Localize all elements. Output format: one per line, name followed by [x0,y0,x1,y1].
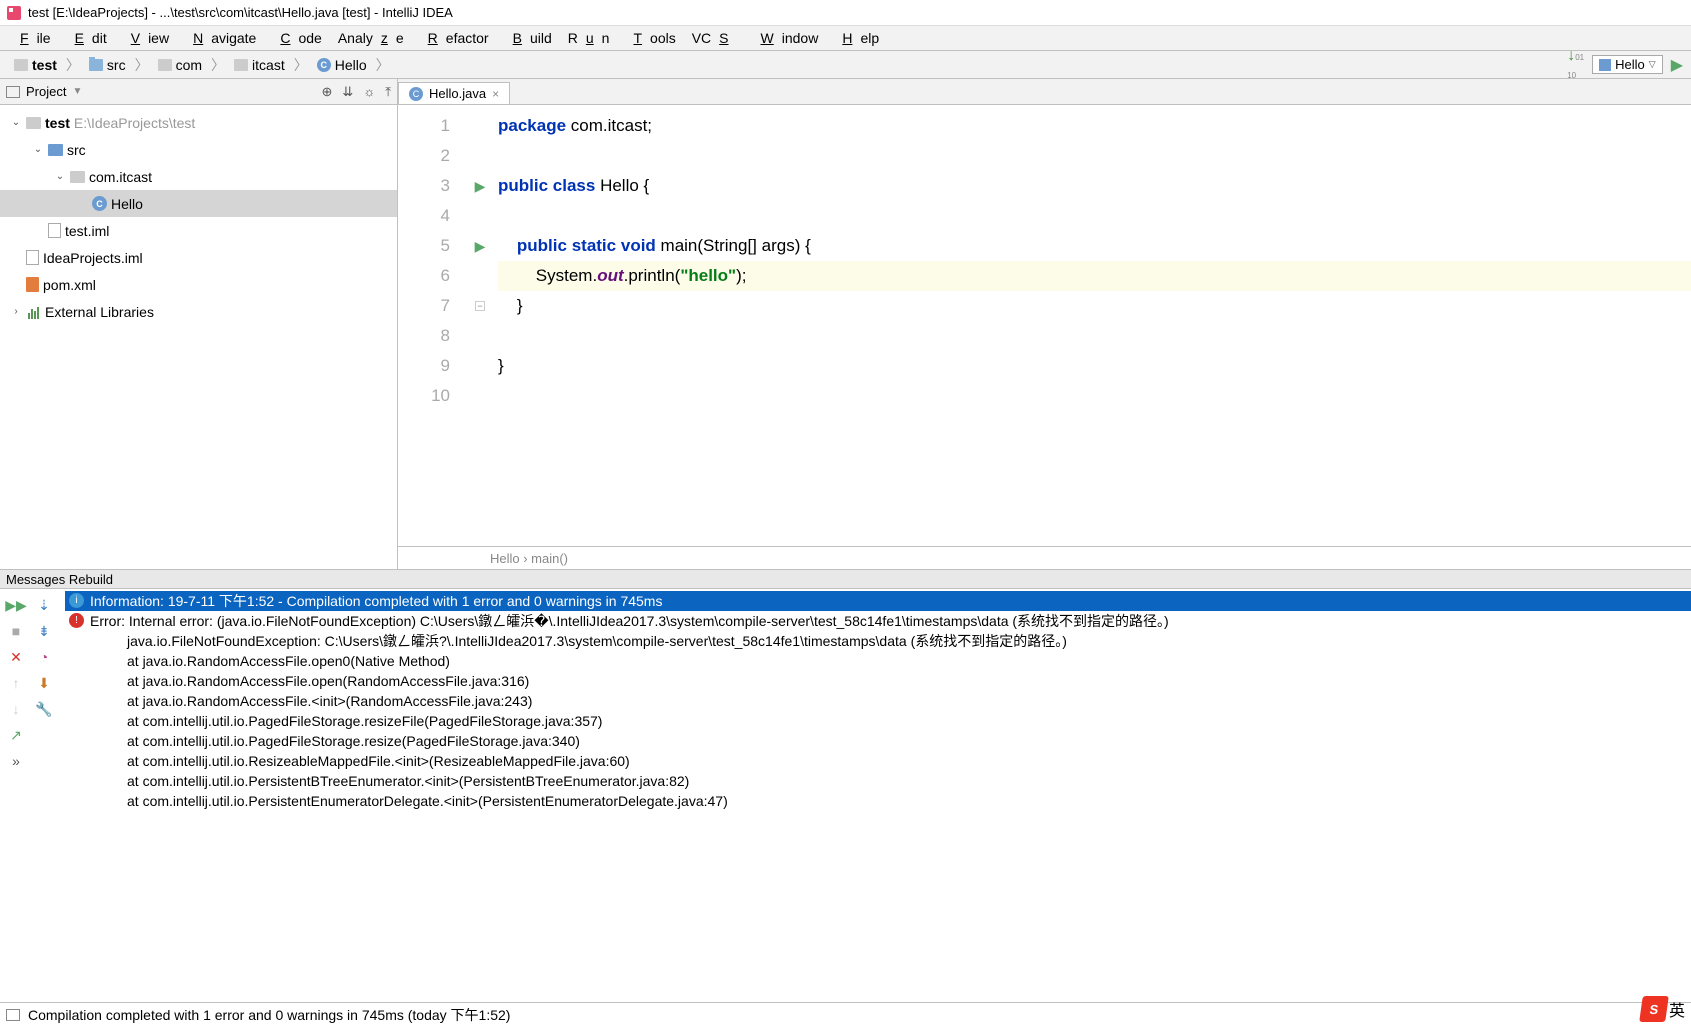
tree-node-com-itcast[interactable]: ⌄ com.itcast [0,163,397,190]
gutter-icons: ▶ ▶ − [468,105,492,546]
messages-header[interactable]: Messages Rebuild [0,569,1691,589]
gear-icon[interactable]: ☼ [363,84,375,99]
run-class-icon[interactable]: ▶ [475,171,486,201]
java-class-icon: C [409,87,423,101]
run-config-icon [1599,59,1611,71]
tree-node-src[interactable]: ⌄ src [0,136,397,163]
editor-breadcrumb[interactable]: Hello › main() [398,546,1691,569]
code-area[interactable]: 12345678910 ▶ ▶ − package com.itcast; pu… [398,105,1691,546]
ime-icon: S [1639,996,1669,1022]
down-icon[interactable]: ↓ [4,697,28,721]
messages-toolbar: ▶▶⇣ ■⇟ ✕◔ ↑⬇ ↓🔧 ↗ » [0,589,65,814]
window-title: test [E:\IdeaProjects] - ...\test\src\co… [28,5,453,20]
tree-node-external-libraries[interactable]: › External Libraries [0,298,397,325]
stack-trace-line[interactable]: at com.intellij.util.io.PagedFileStorage… [65,711,1691,731]
project-view-icon[interactable] [6,86,20,98]
crumb-src[interactable]: src [83,55,132,75]
run-config-select[interactable]: Hello ▽ [1592,55,1663,74]
menu-code[interactable]: Code [264,28,329,48]
titlebar: test [E:\IdeaProjects] - ...\test\src\co… [0,0,1691,26]
editor: C Hello.java × 12345678910 ▶ ▶ − package… [398,79,1691,569]
crumb-itcast[interactable]: itcast [228,55,291,75]
up-icon[interactable]: ↑ [4,671,28,695]
app-icon [6,5,22,21]
menu-view[interactable]: View [115,28,177,48]
rerun-icon[interactable]: ▶▶ [4,593,28,617]
error-icon: ! [69,613,84,628]
info-message[interactable]: i Information: 19-7-11 下午1:52 - Compilat… [65,591,1691,611]
close-icon[interactable]: × [492,87,499,101]
messages-panel: ▶▶⇣ ■⇟ ✕◔ ↑⬇ ↓🔧 ↗ » i Information: 19-7-… [0,589,1691,814]
crumb-hello[interactable]: CHello [311,55,373,75]
make-icon[interactable]: ↓0110 [1567,47,1584,83]
run-icon[interactable]: ▶ [1671,55,1683,75]
run-main-icon[interactable]: ▶ [475,231,486,261]
messages-content[interactable]: i Information: 19-7-11 下午1:52 - Compilat… [65,589,1691,814]
close-panel-icon[interactable]: ✕ [4,645,28,669]
stack-trace-line[interactable]: at com.intellij.util.io.PagedFileStorage… [65,731,1691,751]
stack-trace-line[interactable]: at com.intellij.util.io.ResizeableMapped… [65,751,1691,771]
chevron-down-icon: ▽ [1649,59,1656,70]
locate-icon[interactable]: ⊕ [322,84,333,100]
filter-icon[interactable]: ◔ [32,645,56,669]
stop-icon[interactable]: ■ [4,619,28,643]
expand-icon[interactable]: ⇟ [32,619,56,643]
tree-node-hello[interactable]: C Hello [0,190,397,217]
navbar: test〉 src〉 com〉 itcast〉 CHello〉 ↓0110 He… [0,51,1691,79]
status-text: Compilation completed with 1 error and 0… [28,1005,510,1025]
info-icon: i [69,593,84,608]
project-tree[interactable]: ⌄ test E:\IdeaProjects\test⌄ src⌄ com.it… [0,105,397,329]
line-gutter: 12345678910 [398,105,468,546]
menu-edit[interactable]: Edit [59,28,115,48]
editor-tabs: C Hello.java × [398,79,1691,105]
breadcrumbs: test〉 src〉 com〉 itcast〉 CHello〉 [8,55,391,75]
fold-icon[interactable]: − [475,301,485,311]
stack-trace-line[interactable]: at java.io.RandomAccessFile.open0(Native… [65,651,1691,671]
chevron-down-icon[interactable]: ▼ [72,86,82,97]
code-lines[interactable]: package com.itcast; public class Hello {… [492,105,1691,546]
error-message[interactable]: ! Error: Internal error: (java.io.FileNo… [65,611,1691,631]
more-icon[interactable]: » [4,749,28,773]
export-icon[interactable]: ⬇ [32,671,56,695]
menu-refactor[interactable]: Refactor [412,28,497,48]
menu-help[interactable]: Help [826,28,887,48]
collapse-icon[interactable]: ⇊ [342,84,353,100]
ime-indicator[interactable]: S 英 [1641,996,1685,1022]
menu-file[interactable]: File [4,28,59,48]
project-header-label: Project [26,84,66,99]
tab-label: Hello.java [429,86,486,101]
menu-window[interactable]: Window [745,28,827,48]
stack-trace-line[interactable]: at com.intellij.util.io.PersistentBTreeE… [65,771,1691,791]
project-header: Project ▼ ⊕ ⇊ ☼ ⤒ [0,79,397,105]
crumb-com[interactable]: com [152,55,208,75]
settings-icon[interactable]: 🔧 [32,697,56,721]
menu-build[interactable]: Build [497,28,560,48]
run-config-label: Hello [1615,57,1645,72]
tree-node-pom-xml[interactable]: pom.xml [0,271,397,298]
menu-run[interactable]: Run [560,28,618,48]
statusbar: Compilation completed with 1 error and 0… [0,1002,1691,1026]
tree-node-ideaprojects-iml[interactable]: IdeaProjects.iml [0,244,397,271]
stack-trace-line[interactable]: at com.intellij.util.io.PersistentEnumer… [65,791,1691,811]
tab-hello-java[interactable]: C Hello.java × [398,82,510,104]
stack-trace-line[interactable]: at java.io.RandomAccessFile.open(RandomA… [65,671,1691,691]
project-tool-window: Project ▼ ⊕ ⇊ ☼ ⤒ ⌄ test E:\IdeaProjects… [0,79,398,569]
pin-icon[interactable]: ⇣ [32,593,56,617]
menu-navigate[interactable]: Navigate [177,28,264,48]
hide-icon[interactable]: ⤒ [385,84,391,100]
menu-tools[interactable]: Tools [617,28,683,48]
stack-trace-line[interactable]: at java.io.RandomAccessFile.<init>(Rando… [65,691,1691,711]
ime-label: 英 [1669,997,1685,1021]
menu-analyze[interactable]: Analyze [330,28,412,48]
menubar: File Edit View Navigate Code Analyze Ref… [0,26,1691,51]
stack-trace-line[interactable]: java.io.FileNotFoundException: C:\Users\… [65,631,1691,651]
menu-vcs[interactable]: VCS [684,28,745,48]
tree-node-test-iml[interactable]: test.iml [0,217,397,244]
tool-windows-icon[interactable] [6,1009,20,1021]
help-icon[interactable]: ↗ [4,723,28,747]
crumb-test[interactable]: test [8,55,63,75]
tree-node-test[interactable]: ⌄ test E:\IdeaProjects\test [0,109,397,136]
